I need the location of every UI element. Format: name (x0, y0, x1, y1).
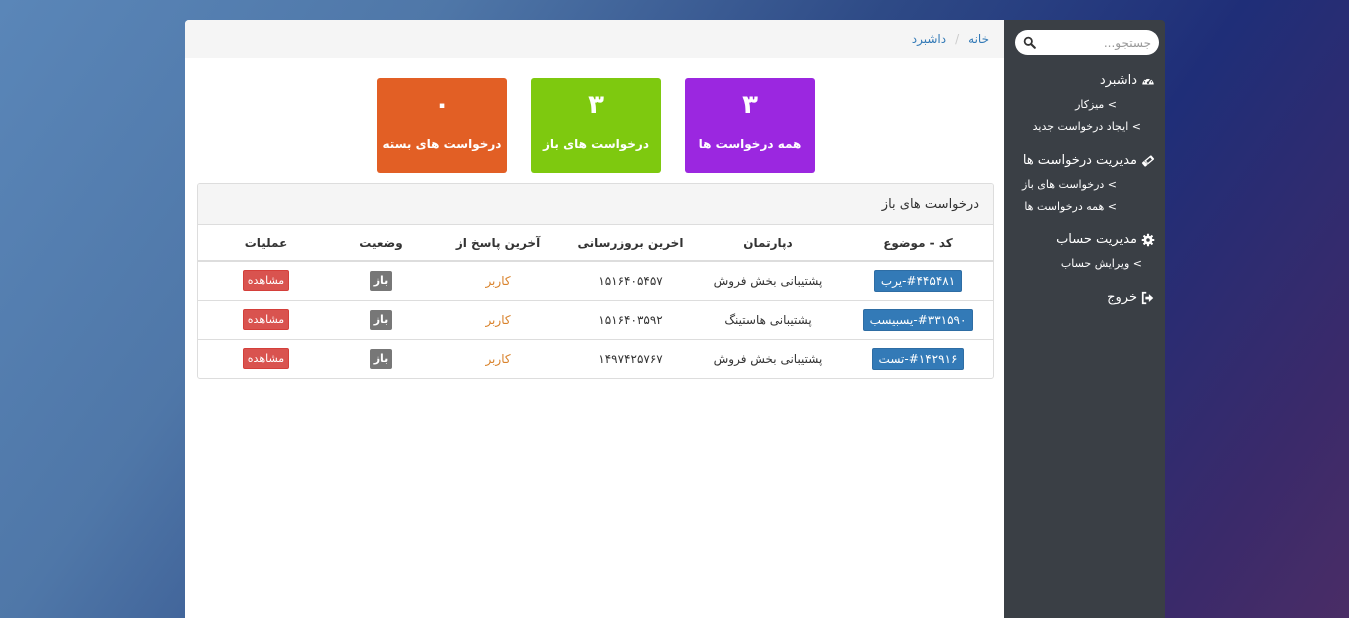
cell-status: باز (334, 261, 428, 300)
sidebar-item-dashboard-label: داشبرد (1099, 73, 1137, 88)
nav-group-account: مدیریت حساب > ویرایش حساب (1014, 232, 1155, 270)
stat-card-all-requests[interactable]: ۳ همه درخواست ها (685, 78, 815, 173)
cell-department: پشتیبانی هاستینگ (693, 299, 843, 339)
breadcrumb: خانه / داشبرد (185, 20, 1004, 58)
status-badge: باز (369, 348, 393, 369)
gear-icon (1141, 233, 1155, 246)
stat-all-count: ۳ (742, 90, 758, 120)
last-reply-link[interactable]: کاربر (485, 274, 510, 288)
sidebar-item-all-requests[interactable]: > همه درخواست ها (1014, 200, 1155, 213)
stats-row: ۰ درخواست های بسته ۳ درخواست های باز ۳ ه… (377, 78, 815, 173)
sign-out-icon (1141, 291, 1154, 304)
app-window: داشبرد > میزکار > ایجاد درخواست جدید مدی… (185, 20, 1165, 618)
open-requests-panel: درخواست های باز کد - موضوع دپارتمان اخری… (197, 183, 994, 379)
stat-open-label: درخواست های باز (543, 137, 649, 151)
main-content: خانه / داشبرد ۰ درخواست های بسته ۳ درخوا… (185, 20, 1004, 618)
cell-last-update: ۱۴۹۷۴۲۵۷۶۷ (568, 338, 693, 378)
breadcrumb-home-link[interactable]: خانه (968, 32, 989, 46)
cell-department: پشتیبانی بخش فروش (713, 273, 823, 288)
cell-department: پشتیبانی بخش فروش (693, 338, 843, 378)
stat-all-label: همه درخواست ها (698, 137, 802, 151)
ticket-code-button[interactable]: #۱۴۲۹۱۶-تست (871, 347, 965, 370)
cell-last-reply: کاربر (428, 338, 568, 378)
stat-closed-count: ۰ (434, 90, 450, 120)
last-reply-link[interactable]: کاربر (485, 313, 510, 327)
cell-code: #۴۴۵۴۸۱-یرب (843, 261, 993, 300)
ticket-code-button[interactable]: #۳۳۱۵۹۰-یسبیسب (862, 308, 974, 331)
view-button[interactable]: مشاهده (242, 270, 290, 292)
column-header-department: دپارتمان (693, 225, 843, 262)
stat-card-closed-requests[interactable]: ۰ درخواست های بسته (377, 78, 507, 173)
panel-title: درخواست های باز (198, 184, 993, 225)
stat-card-open-requests[interactable]: ۳ درخواست های باز (531, 78, 661, 173)
nav-group-logout: خروج (1014, 290, 1155, 305)
cell-actions: مشاهده (198, 299, 334, 339)
last-reply-link[interactable]: کاربر (485, 352, 510, 366)
cell-actions: مشاهده (198, 261, 334, 300)
cell-last-update: ۱۵۱۶۴۰۳۵۹۲ (568, 299, 693, 339)
sidebar-item-account-management-label: مدیریت حساب (1056, 232, 1137, 247)
cell-last-reply: کاربر (428, 261, 568, 300)
sidebar-item-new-request[interactable]: > ایجاد درخواست جدید (1014, 120, 1155, 133)
sidebar-item-request-management-label: مدیریت درخواست ها (1022, 153, 1137, 168)
column-header-last-reply: آخرین پاسخ از (428, 225, 568, 262)
column-header-last-update: اخرین بروزرسانی (568, 225, 693, 262)
stat-closed-label: درخواست های بسته (382, 137, 502, 151)
requests-table: کد - موضوع دپارتمان اخرین بروزرسانی آخری… (198, 225, 993, 378)
status-badge: باز (369, 270, 393, 291)
search-icon[interactable] (1023, 36, 1036, 49)
ticket-code-button[interactable]: #۴۴۵۴۸۱-یرب (873, 269, 963, 292)
cell-status: باز (334, 338, 428, 378)
table-row: #۳۳۱۵۹۰-یسبیسب پشتیبانی هاستینگ ۱۵۱۶۴۰۳۵… (198, 299, 993, 339)
nav-group-dashboard: داشبرد > میزکار > ایجاد درخواست جدید (1014, 73, 1155, 133)
search-box (1015, 30, 1159, 55)
breadcrumb-current[interactable]: داشبرد (912, 32, 946, 46)
sidebar-item-logout-label: خروج (1107, 290, 1137, 305)
sidebar: داشبرد > میزکار > ایجاد درخواست جدید مدی… (1004, 20, 1165, 618)
view-button[interactable]: مشاهده (242, 348, 290, 370)
cell-actions: مشاهده (198, 338, 334, 378)
status-badge: باز (369, 309, 393, 330)
sidebar-item-open-requests[interactable]: > درخواست های باز (1014, 178, 1155, 191)
column-header-status: وضعیت (334, 225, 428, 262)
cell-status: باز (334, 299, 428, 339)
table-row: #۴۴۵۴۸۱-یرب پشتیبانی بخش فروش ۱۵۱۶۴۰۵۴۵۷… (198, 261, 993, 300)
column-header-code-subject: کد - موضوع (843, 225, 993, 262)
cell-last-update: ۱۵۱۶۴۰۵۴۵۷ (598, 273, 663, 288)
sidebar-item-account-management[interactable]: مدیریت حساب (1014, 232, 1155, 247)
table-header-row: کد - موضوع دپارتمان اخرین بروزرسانی آخری… (198, 225, 993, 262)
column-header-actions: عملیات (198, 225, 334, 262)
cell-code: #۱۴۲۹۱۶-تست (843, 338, 993, 378)
sidebar-item-edit-account[interactable]: > ویرایش حساب (1014, 257, 1155, 270)
cell-last-reply: کاربر (428, 299, 568, 339)
cell-code: #۳۳۱۵۹۰-یسبیسب (843, 299, 993, 339)
view-button[interactable]: مشاهده (242, 309, 290, 330)
sidebar-item-desk[interactable]: > میزکار (1014, 98, 1155, 111)
stat-open-count: ۳ (588, 90, 604, 120)
sidebar-item-request-management[interactable]: مدیریت درخواست ها (1014, 153, 1155, 168)
ticket-icon (1141, 154, 1155, 167)
sidebar-item-logout[interactable]: خروج (1014, 290, 1155, 305)
breadcrumb-separator: / (955, 32, 960, 46)
search-input[interactable] (1015, 30, 1159, 55)
dashboard-icon (1142, 77, 1154, 84)
table-row: #۱۴۲۹۱۶-تست پشتیبانی بخش فروش ۱۴۹۷۴۲۵۷۶۷… (198, 338, 993, 378)
sidebar-item-dashboard[interactable]: داشبرد (1014, 73, 1155, 88)
nav-group-requests: مدیریت درخواست ها > درخواست های باز > هم… (1014, 153, 1155, 213)
